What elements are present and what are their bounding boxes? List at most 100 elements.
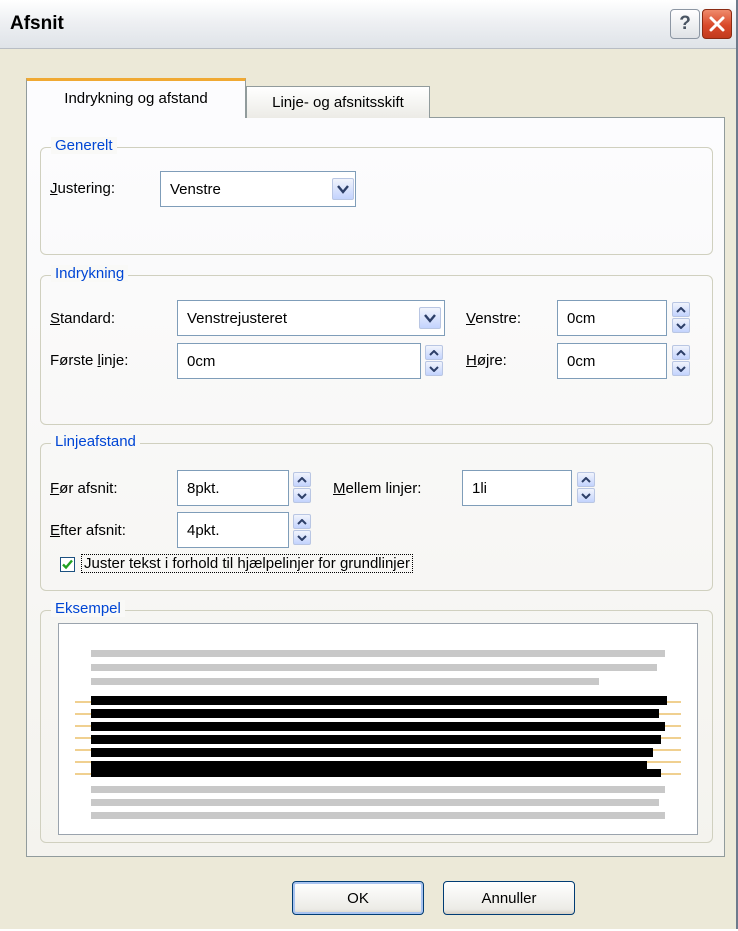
before-up[interactable] [293,472,311,487]
before-down[interactable] [293,488,311,503]
preview-next-line [91,799,659,806]
first-line-label-text2: inje: [100,352,129,369]
grid-checkbox[interactable] [60,557,75,572]
between-spinner[interactable] [577,472,595,504]
after-label-accel: E [50,522,61,539]
after-down[interactable] [293,530,311,545]
cancel-button[interactable]: Annuller [443,881,575,915]
right-indent-up[interactable] [672,345,690,360]
between-input[interactable]: 1li [462,470,572,506]
before-label-accel: F [50,480,60,497]
between-label-text: ellem linjer: [345,480,422,497]
preview-prev-line [91,678,599,685]
close-button[interactable] [702,9,732,39]
tab-line-page-breaks-label: Linje- og afsnitsskift [272,94,404,111]
alignment-select[interactable]: Venstre [160,171,356,207]
chevron-down-icon [337,185,349,194]
alignment-label: Justering: [50,180,115,197]
right-indent-value: 0cm [567,353,596,370]
arrow-down-icon [676,323,686,329]
arrow-up-icon [676,350,686,356]
standard-dropdown-button[interactable] [419,307,441,329]
between-label-accel: M [333,480,346,497]
first-line-label: Første linje: [50,352,128,369]
preview-next-line [91,812,665,819]
arrow-down-icon [676,366,686,372]
preview-prev-line [91,664,657,671]
after-input[interactable]: 4pkt. [177,512,289,548]
after-spinner[interactable] [293,514,311,546]
before-spinner[interactable] [293,472,311,504]
left-indent-label-accel: V [466,310,476,327]
after-up[interactable] [293,514,311,529]
first-line-spinner[interactable] [425,345,443,377]
standard-value: Venstrejusteret [187,310,288,327]
preview-current-line [91,696,667,705]
left-indent-value: 0cm [567,310,596,327]
between-up[interactable] [577,472,595,487]
preview-current-line [91,748,653,757]
left-indent-down[interactable] [672,318,690,333]
first-line-value: 0cm [187,353,216,370]
first-line-down[interactable] [425,361,443,376]
before-value: 8pkt. [187,480,220,497]
chevron-down-icon [424,314,436,323]
left-indent-input[interactable]: 0cm [557,300,667,336]
first-line-input[interactable]: 0cm [177,343,421,379]
standard-label: Standard: [50,310,115,327]
indent-legend: Indrykning [51,265,129,282]
before-input[interactable]: 8pkt. [177,470,289,506]
alignment-value: Venstre [170,181,221,198]
grid-checkbox-label[interactable]: Juster tekst i forhold til hjælpelinjer … [81,554,413,573]
help-button[interactable]: ? [670,9,700,39]
right-indent-label: Højre: [466,352,507,369]
standard-select[interactable]: Venstrejusteret [177,300,445,336]
cancel-label: Annuller [481,890,537,907]
after-value: 4pkt. [187,522,220,539]
preview-legend: Eksempel [51,600,125,617]
before-label-text: ør afsnit: [59,480,118,497]
ok-label: OK [347,890,369,907]
arrow-up-icon [297,519,307,525]
first-line-up[interactable] [425,345,443,360]
preview-pane [58,623,698,835]
preview-current-line [91,709,659,718]
arrow-up-icon [297,477,307,483]
first-line-label-text1: Første [50,352,98,369]
arrow-down-icon [297,535,307,541]
close-icon [709,16,725,32]
arrow-down-icon [429,366,439,372]
tab-indent-spacing[interactable]: Indrykning og afstand [26,78,246,118]
left-indent-spinner[interactable] [672,302,690,334]
help-icon: ? [679,13,691,34]
tab-indent-spacing-label: Indrykning og afstand [64,90,208,107]
ok-button[interactable]: OK [292,881,424,915]
arrow-up-icon [581,477,591,483]
title-bar[interactable]: Afsnit ? [0,0,736,49]
preview-next-line [91,786,665,793]
right-indent-input[interactable]: 0cm [557,343,667,379]
left-indent-label: Venstre: [466,310,521,327]
alignment-label-text: ustering: [57,180,116,197]
checkmark-icon [62,559,73,570]
preview-current-line [91,769,661,777]
alignment-label-accel: J [50,180,58,197]
preview-illustration [75,650,681,819]
paragraph-dialog: Afsnit ? Indrykning og afstand Linje- og… [0,0,738,929]
left-indent-label-text: enstre: [475,310,522,327]
preview-current-line [91,735,661,744]
right-indent-down[interactable] [672,361,690,376]
standard-label-accel: S [50,310,61,327]
between-value: 1li [472,480,488,497]
tab-line-page-breaks[interactable]: Linje- og afsnitsskift [246,86,430,118]
alignment-dropdown-button[interactable] [332,178,354,200]
arrow-down-icon [581,493,591,499]
standard-label-text: tandard: [60,310,116,327]
left-indent-up[interactable] [672,302,690,317]
arrow-up-icon [429,350,439,356]
right-indent-spinner[interactable] [672,345,690,377]
arrow-up-icon [676,307,686,313]
arrow-down-icon [297,493,307,499]
spacing-legend: Linjeafstand [51,433,140,450]
between-down[interactable] [577,488,595,503]
